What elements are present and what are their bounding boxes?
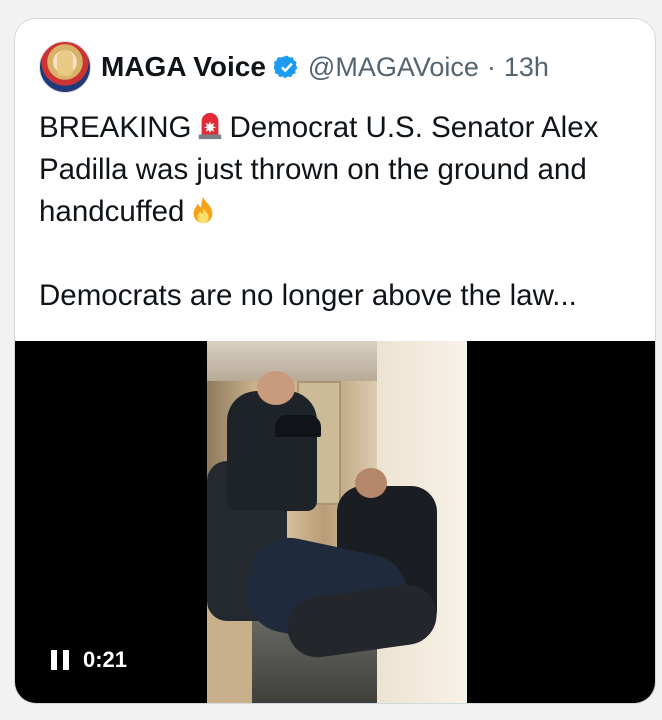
verified-badge-icon	[273, 55, 298, 79]
tweet-text: BREAKING Democrat U.S. Senator Alex Padi…	[39, 107, 639, 317]
fire-icon	[194, 196, 213, 224]
tweet-text-breaking: BREAKING	[39, 111, 192, 144]
tweet-text-line2: Padilla was just thrown on the ground an…	[39, 153, 587, 186]
separator-dot: ·	[486, 51, 496, 82]
video-frame[interactable]	[207, 341, 467, 703]
tweet-text-line1: Democrat U.S. Senator Alex	[229, 111, 599, 144]
police-siren-icon	[199, 112, 222, 140]
video-duration: 0:21	[83, 647, 128, 672]
author-handle[interactable]: @MAGAVoice	[308, 52, 479, 83]
avatar[interactable]	[39, 41, 91, 93]
tweet-timestamp[interactable]: 13h	[504, 52, 549, 83]
tweet-text-line4: Democrats are no longer above the law...	[39, 279, 577, 312]
tweet-card[interactable]: MAGA Voice @MAGAVoice · 13h BREAKING Dem…	[14, 18, 656, 704]
video-player[interactable]: 0:21	[15, 341, 655, 703]
pause-icon[interactable]	[51, 650, 69, 670]
author-name[interactable]: MAGA Voice	[101, 51, 266, 83]
tweet-text-line3: handcuffed	[39, 195, 185, 228]
tweet-header: MAGA Voice @MAGAVoice · 13h	[39, 41, 549, 93]
video-controls: 0:21	[51, 647, 127, 673]
